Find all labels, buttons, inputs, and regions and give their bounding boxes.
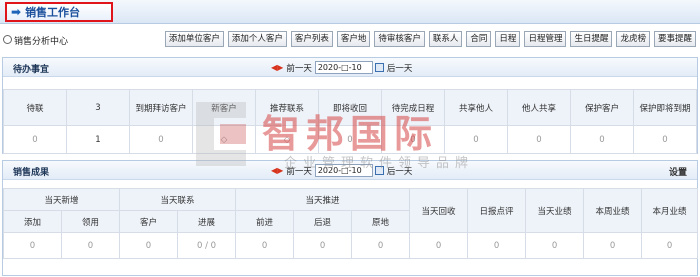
results-settings-link[interactable]: 设置 (669, 165, 687, 178)
results-prev-day-link[interactable]: 前一天 (286, 165, 312, 177)
results-value-cell[interactable]: 0 (3, 232, 62, 259)
results-sub-backward: 后退 (293, 210, 353, 233)
leaderboard-button[interactable]: 龙虎榜 (616, 31, 650, 47)
arrow-right-icon: ➡ (11, 5, 22, 19)
pending-review-customer-button[interactable]: 待审核客户 (374, 31, 425, 47)
todo-title: 待办事宜 (13, 65, 50, 75)
results-sub-forward: 前进 (235, 210, 295, 233)
results-sub-claim: 领用 (60, 210, 121, 233)
results-sub-stay: 原地 (351, 210, 411, 233)
todo-value-cell[interactable]: ◇ (255, 125, 319, 154)
birthday-reminder-button[interactable]: 生日提醒 (570, 31, 613, 47)
todo-col-shared-by-others[interactable]: 他人共享 (507, 89, 571, 126)
calendar-icon[interactable] (374, 63, 384, 72)
schedule-button[interactable]: 日程 (495, 31, 521, 47)
results-value-cell[interactable]: 0 (119, 232, 179, 259)
important-reminder-button[interactable]: 要事提醒 (653, 31, 696, 47)
todo-col-recommend-contact[interactable]: 推荐联系 (255, 89, 319, 126)
sales-results-panel: 销售成果 ◀▶ 前一天 2020-□-10 后一天 设置 当天新增 当天联系 当… (2, 160, 699, 276)
schedule-manage-button[interactable]: 日程管理 (524, 31, 567, 47)
results-value-cell[interactable]: 0 (583, 232, 643, 259)
todo-value-cell[interactable]: 0 (129, 125, 193, 154)
todo-date-nav: ◀▶ 前一天 2020-□-10 后一天 (271, 60, 412, 75)
results-date-input[interactable]: 2020-□-10 (314, 164, 373, 177)
results-group-contact: 当天联系 (119, 188, 237, 211)
customer-pool-button[interactable]: 客户地 (336, 31, 371, 47)
todo-col-protection-expiring[interactable]: 保护即将到期 (633, 89, 697, 126)
results-value-cell[interactable]: 0 (235, 232, 295, 259)
results-value-cell[interactable]: 0 (293, 232, 353, 259)
todo-col-upcoming-reclaim[interactable]: 即将收回 (318, 89, 382, 126)
todo-date-input[interactable]: 2020-□-10 (314, 61, 373, 74)
results-col-daily-review: 日报点评 (467, 188, 527, 233)
todo-value-cell[interactable]: 1 (66, 125, 130, 154)
todo-col-new-customer[interactable]: 新客户 (192, 89, 256, 126)
todo-value-cell[interactable]: 0 (570, 125, 634, 154)
todo-value-cell[interactable]: 0 (444, 125, 508, 154)
results-value-cell[interactable]: 0 (60, 232, 121, 259)
todo-prev-day-link[interactable]: 前一天 (286, 62, 312, 74)
todo-value-cell[interactable]: 0 (3, 125, 67, 154)
calendar-icon[interactable] (374, 166, 384, 175)
results-value-cell[interactable]: 0 (641, 232, 699, 259)
prev-day-arrow-icon[interactable]: ◀▶ (271, 63, 283, 72)
results-date-nav: ◀▶ 前一天 2020-□-10 后一天 (271, 163, 412, 178)
results-group-advance: 当天推进 (235, 188, 411, 211)
contract-button[interactable]: 合同 (466, 31, 492, 47)
todo-value-cell[interactable]: 0 (381, 125, 445, 154)
results-title: 销售成果 (13, 168, 50, 178)
title-bar: ➡ 销售工作台 (0, 0, 700, 24)
results-col-day-performance: 当天业绩 (525, 188, 585, 233)
add-company-customer-button[interactable]: 添加单位客户 (164, 31, 224, 47)
results-sub-customer: 客户 (119, 210, 179, 233)
results-col-week-performance: 本周业绩 (583, 188, 643, 233)
analysis-center-radio[interactable] (3, 35, 12, 44)
add-person-customer-button[interactable]: 添加个人客户 (227, 31, 287, 47)
todo-panel-header: 待办事宜 ◀▶ 前一天 2020-□-10 后一天 (3, 58, 697, 77)
todo-col-pending-schedule[interactable]: 待完成日程 (381, 89, 445, 126)
analysis-center-label[interactable]: 销售分析中心 (14, 34, 68, 47)
contacts-button[interactable]: 联系人 (428, 31, 463, 47)
results-value-cell[interactable]: 0 (409, 232, 469, 259)
todo-col-masked[interactable]: 3 (66, 89, 130, 126)
page-title: 销售工作台 (25, 6, 81, 19)
results-col-reclaim: 当天回收 (409, 188, 469, 233)
results-next-day-link[interactable]: 后一天 (387, 165, 413, 177)
todo-value-cell[interactable]: 0 (318, 125, 382, 154)
prev-day-arrow-icon[interactable]: ◀▶ (271, 166, 283, 175)
todo-col-pending-contact[interactable]: 待联 (3, 89, 67, 126)
results-value-cell[interactable]: 0 (351, 232, 411, 259)
todo-col-shared-to-others[interactable]: 共享他人 (444, 89, 508, 126)
results-group-new: 当天新增 (2, 188, 121, 211)
page-title-box: ➡ 销售工作台 (5, 2, 113, 22)
results-panel-header: 销售成果 ◀▶ 前一天 2020-□-10 后一天 设置 (3, 161, 697, 180)
toolbar-buttons: 添加单位客户 添加个人客户 客户列表 客户地 待审核客户 联系人 合同 日程 日… (164, 31, 696, 47)
results-table: 当天新增 当天联系 当天推进 当天回收 日报点评 当天业绩 本周业绩 本月业绩 … (2, 188, 699, 259)
todo-col-due-visit[interactable]: 到期拜访客户 (129, 89, 193, 126)
todo-value-cell[interactable]: ◇ (192, 125, 256, 154)
results-value-cell[interactable]: 0 (525, 232, 585, 259)
todo-value-cell[interactable]: 0 (507, 125, 571, 154)
toolbar: 销售分析中心 添加单位客户 添加个人客户 客户列表 客户地 待审核客户 联系人 … (0, 31, 700, 49)
results-value-cell[interactable]: 0 / 0 (177, 232, 237, 259)
todo-col-protected-customer[interactable]: 保护客户 (570, 89, 634, 126)
results-col-month-performance: 本月业绩 (641, 188, 699, 233)
results-value-cell[interactable]: 0 (467, 232, 527, 259)
customer-list-button[interactable]: 客户列表 (290, 31, 333, 47)
todo-next-day-link[interactable]: 后一天 (387, 62, 413, 74)
todo-panel: 待办事宜 ◀▶ 前一天 2020-□-10 后一天 待联 3 到期拜访客户 新客… (2, 57, 698, 154)
results-sub-add: 添加 (3, 210, 62, 233)
todo-table: 待联 3 到期拜访客户 新客户 推荐联系 即将收回 待完成日程 共享他人 他人共… (3, 89, 697, 154)
todo-value-cell[interactable]: 0 (633, 125, 697, 154)
results-sub-progress: 进展 (177, 210, 237, 233)
